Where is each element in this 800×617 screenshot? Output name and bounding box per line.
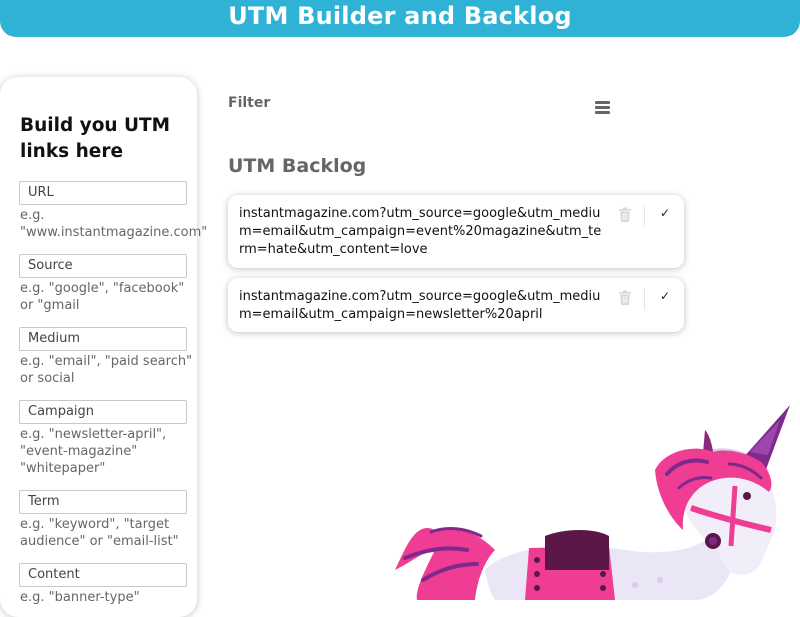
check-icon[interactable]: ✓ [660,206,670,220]
source-hint: e.g. "google", "facebook" or "gmail [20,281,185,313]
filter-label[interactable]: Filter [228,95,270,111]
check-icon[interactable]: ✓ [660,289,670,303]
term-hint: e.g. "keyword", "target audience" or "em… [20,517,179,549]
content-input[interactable]: Content [19,563,187,587]
action-divider [644,205,645,227]
trash-icon[interactable] [618,207,632,223]
action-divider [644,288,645,310]
source-input[interactable]: Source [19,254,187,278]
campaign-hint: e.g. "newsletter-april", "event-magazine… [20,427,167,476]
trash-icon[interactable] [618,290,632,306]
unicorn-illustration [395,405,790,600]
hamburger-icon[interactable] [595,101,610,114]
backlog-item-url[interactable]: instantmagazine.com?utm_source=google&ut… [239,288,605,324]
utm-builder-panel: Build you UTM links here URL e.g. "www.i… [0,77,208,617]
backlog-title: UTM Backlog [228,155,367,177]
header-bar: UTM Builder and Backlog [0,0,800,37]
backlog-item-url[interactable]: instantmagazine.com?utm_source=google&ut… [239,205,605,259]
medium-input[interactable]: Medium [19,327,187,351]
backlog-item: instantmagazine.com?utm_source=google&ut… [228,278,684,332]
content-hint: e.g. "banner-type" [20,590,140,605]
term-input[interactable]: Term [19,490,187,514]
medium-hint: e.g. "email", "paid search" or social [20,354,193,386]
campaign-input[interactable]: Campaign [19,400,187,424]
url-hint: e.g. "www.instantmagazine.com" [20,208,208,240]
url-input[interactable]: URL [19,181,187,205]
backlog-item: instantmagazine.com?utm_source=google&ut… [228,195,684,268]
app-title: UTM Builder and Backlog [228,2,572,30]
builder-heading: Build you UTM links here [20,115,171,162]
